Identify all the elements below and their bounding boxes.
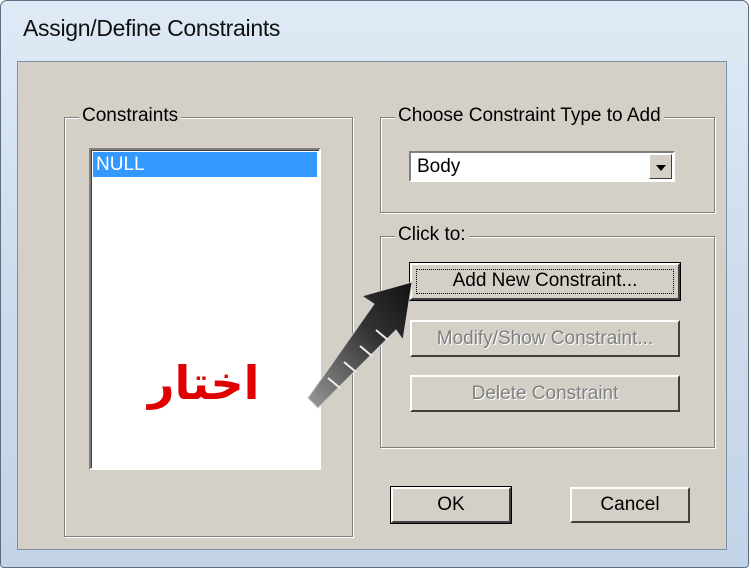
cancel-button[interactable]: Cancel [570,487,690,523]
delete-constraint-label: Delete Constraint [471,383,619,404]
list-item-label: NULL [96,154,145,175]
constraints-list[interactable]: NULL [89,148,321,470]
list-item[interactable]: NULL [93,152,317,177]
arrow-pointer-icon [307,281,413,409]
delete-constraint-button[interactable]: Delete Constraint [410,375,680,412]
actions-group-label: Click to: [395,224,469,246]
ok-button[interactable]: OK [390,486,512,524]
arabic-annotation: اختار [148,356,260,410]
constraint-type-group-label: Choose Constraint Type to Add [395,105,664,127]
chevron-down-icon[interactable] [649,154,672,179]
cancel-label: Cancel [600,494,660,515]
constraints-group-label: Constraints [79,105,182,127]
add-new-constraint-button[interactable]: Add New Constraint... [409,262,681,301]
ok-label: OK [437,494,465,515]
modify-show-constraint-label: Modify/Show Constraint... [436,328,654,349]
constraint-type-dropdown[interactable]: Body [409,151,675,182]
dropdown-selected-value: Body [417,156,461,177]
modify-show-constraint-button[interactable]: Modify/Show Constraint... [410,320,680,357]
window-title: Assign/Define Constraints [23,15,281,41]
add-new-constraint-label: Add New Constraint... [452,270,638,291]
